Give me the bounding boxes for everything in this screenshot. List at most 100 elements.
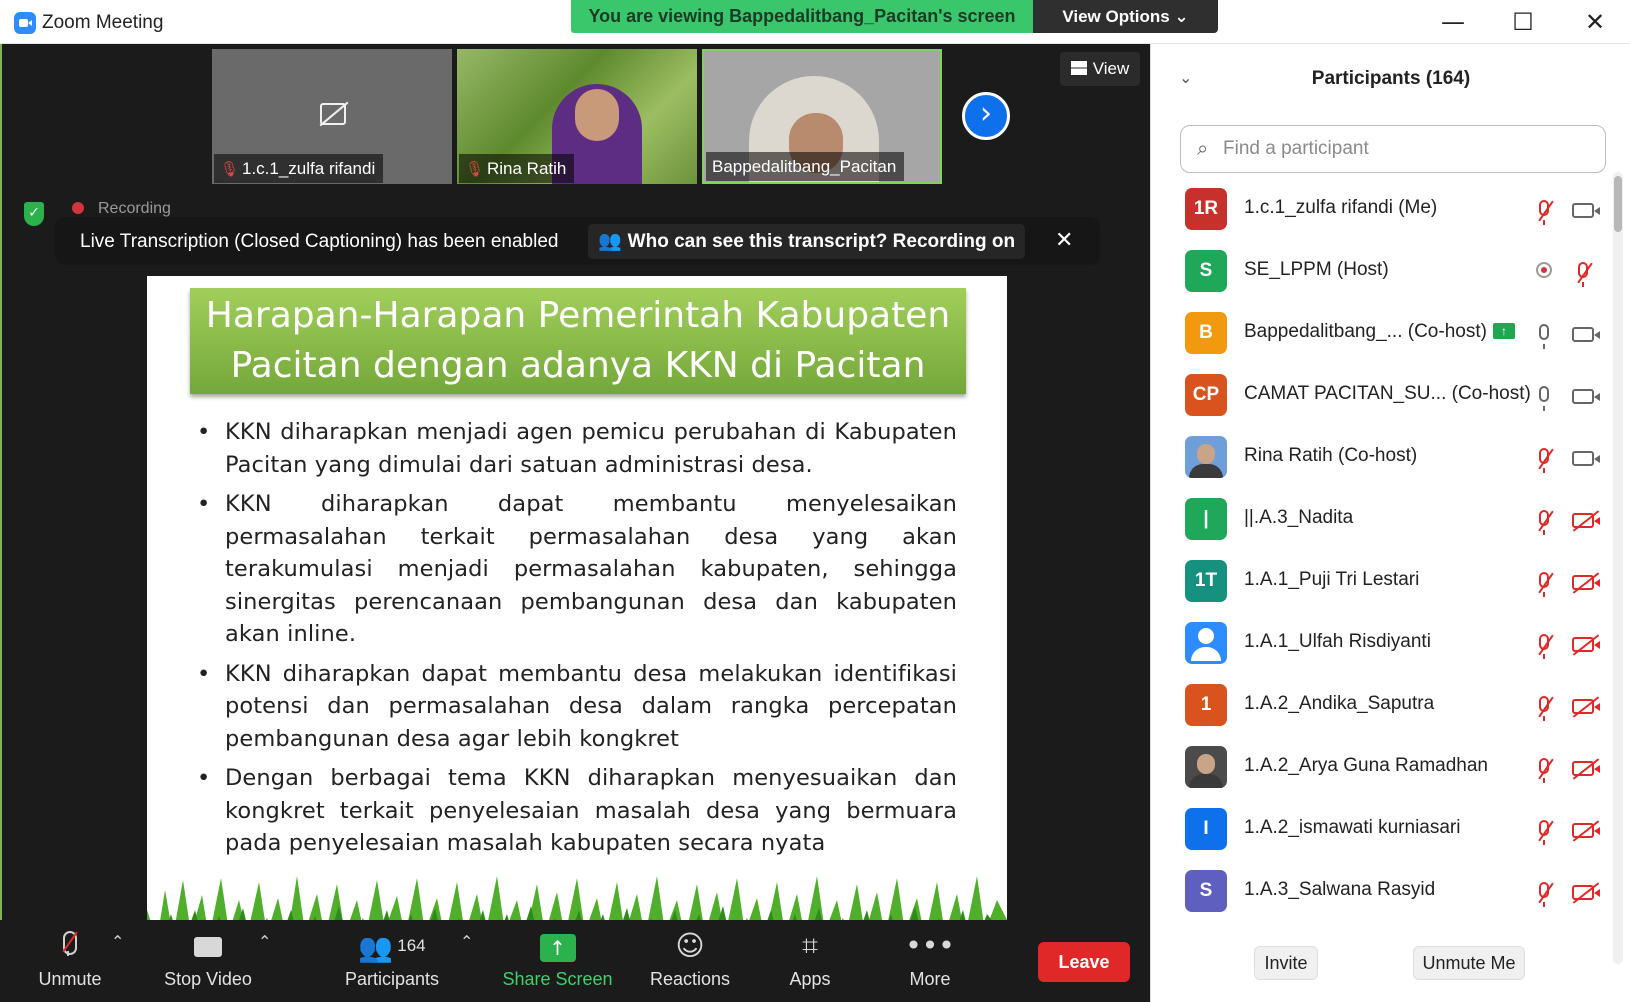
recording-indicator[interactable]: Recording <box>72 200 171 218</box>
participant-avatar <box>1185 436 1227 478</box>
view-button-label: View <box>1092 59 1130 78</box>
participants-panel: ⌄ Participants (164) ⌕ 1R1.c.1_zulfa rif… <box>1150 44 1630 1002</box>
unmute-label: Unmute <box>38 969 102 989</box>
close-notice-button[interactable]: ✕ <box>1055 228 1073 253</box>
next-page-arrow-icon[interactable]: › <box>962 92 1010 140</box>
mic-muted-icon[interactable] <box>1531 444 1557 473</box>
mic-muted-icon[interactable] <box>1531 506 1557 535</box>
camera-icon[interactable] <box>1569 382 1600 408</box>
view-options-button[interactable]: View Options ⌄ <box>1033 0 1218 33</box>
camera-off-icon[interactable] <box>1569 506 1600 532</box>
recording-icon[interactable] <box>1531 258 1557 284</box>
camera-off-icon[interactable] <box>1569 630 1600 656</box>
participant-row[interactable]: CP CAMAT PACITAN_SU... (Co-host) <box>1151 364 1611 426</box>
participant-name-text: 1.A.3_Salwana Rasyid <box>1244 879 1436 900</box>
viewing-screen-banner: You are viewing Bappedalitbang_Pacitan's… <box>571 0 1033 33</box>
reactions-button[interactable]: ☺ Reactions <box>644 926 736 996</box>
video-options-caret-icon[interactable]: ⌃ <box>258 932 271 951</box>
mic-muted-icon[interactable] <box>1531 754 1557 783</box>
share-screen-button[interactable]: ↑ Share Screen <box>500 926 615 996</box>
mic-icon[interactable] <box>1531 382 1557 411</box>
participant-row[interactable]: 1T 1.A.1_Puji Tri Lestari <box>1151 550 1611 612</box>
slide-title-line-1: Harapan-Harapan Pemerintah Kabupaten <box>205 295 951 336</box>
camera-icon[interactable] <box>1569 320 1600 346</box>
camera-off-icon <box>320 103 346 125</box>
security-shield-icon[interactable]: ✓ <box>24 202 44 226</box>
camera-icon[interactable] <box>1569 196 1600 222</box>
participants-panel-title: Participants (164) <box>1311 68 1471 89</box>
slide-bullet: KKN diharapkan dapat membantu menyelesai… <box>197 488 957 651</box>
participant-name-text: CAMAT PACITAN_SU... (Co-host) <box>1244 383 1531 404</box>
stop-video-button[interactable]: Stop Video <box>158 926 258 996</box>
participant-search-box[interactable]: ⌕ <box>1180 125 1606 173</box>
slide-title-line-2: Pacitan dengan adanya KKN di Pacitan <box>230 345 926 386</box>
participant-video-face <box>575 89 619 141</box>
participants-options-caret-icon[interactable]: ⌃ <box>460 932 473 951</box>
mic-muted-icon[interactable] <box>1531 692 1557 721</box>
more-button[interactable]: ••• More <box>898 926 962 996</box>
participant-name: 1.c.1_zulfa rifandi (Me) <box>1244 197 1437 219</box>
reactions-label: Reactions <box>649 969 731 989</box>
participant-list: 1R 1.c.1_zulfa rifandi (Me) S SE_LPPM (Host… <box>1151 178 1611 922</box>
participant-name-text: 1.A.1_Ulfah Risdiyanti <box>1244 631 1431 652</box>
camera-off-icon[interactable] <box>1569 878 1600 904</box>
participant-list-scrollbar[interactable] <box>1613 172 1623 964</box>
leave-button[interactable]: Leave <box>1038 942 1130 982</box>
participant-search-input[interactable] <box>1223 134 1593 164</box>
mic-muted-icon[interactable] <box>1531 816 1557 845</box>
apps-icon: ⌗ <box>802 929 818 962</box>
participant-row[interactable]: 1.A.2_Arya Guna Ramadhan <box>1151 736 1611 798</box>
participants-label: Participants <box>344 969 440 989</box>
audio-options-caret-icon[interactable]: ⌃ <box>111 932 124 951</box>
participant-row[interactable]: B Bappedalitbang_... (Co-host) ↑ <box>1151 302 1611 364</box>
minimize-button[interactable]: — <box>1428 6 1478 38</box>
participant-row[interactable]: Rina Ratih (Co-host) <box>1151 426 1611 488</box>
mic-icon[interactable] <box>1531 320 1557 349</box>
video-thumbnail-rina[interactable]: 🎙 Rina Ratih <box>457 49 697 184</box>
participant-name: Bappedalitbang_... (Co-host) ↑ <box>1244 321 1515 343</box>
maximize-button[interactable]: ☐ <box>1498 6 1548 38</box>
participant-row[interactable]: 1.A.1_Ulfah Risdiyanti <box>1151 612 1611 674</box>
camera-off-icon[interactable] <box>1569 754 1600 780</box>
participant-row[interactable]: 1 1.A.2_Andika_Saputra <box>1151 674 1611 736</box>
video-thumbnail-bappedalitbang[interactable]: Bappedalitbang_Pacitan <box>702 49 942 184</box>
view-button[interactable]: View <box>1060 52 1140 86</box>
participant-name: 1.A.3_Salwana Rasyid <box>1244 879 1435 901</box>
unmute-button[interactable]: Unmute <box>30 926 110 996</box>
camera-icon[interactable] <box>1569 444 1600 470</box>
participant-avatar: CP <box>1185 374 1227 416</box>
camera-off-icon[interactable] <box>1569 816 1600 842</box>
participants-button[interactable]: 👥 164 Participants <box>334 926 450 996</box>
invite-button[interactable]: Invite <box>1254 946 1318 980</box>
apps-button[interactable]: ⌗ Apps <box>778 926 842 996</box>
transcription-enabled-text: Live Transcription (Closed Captioning) h… <box>80 231 559 252</box>
participant-row[interactable]: S SE_LPPM (Host) <box>1151 240 1611 302</box>
slide-title: Harapan-Harapan Pemerintah Kabupaten Pac… <box>190 288 966 394</box>
recording-dot-icon <box>72 202 84 214</box>
search-icon: ⌕ <box>1197 136 1209 160</box>
participant-row[interactable]: 1R 1.c.1_zulfa rifandi (Me) <box>1151 178 1611 240</box>
mic-muted-icon[interactable] <box>1531 568 1557 597</box>
participant-row[interactable]: | ||.A.3_Nadita <box>1151 488 1611 550</box>
participant-name: 1.A.2_Arya Guna Ramadhan <box>1244 755 1488 777</box>
participants-count: 164 <box>397 936 426 955</box>
participant-row[interactable]: S 1.A.3_Salwana Rasyid <box>1151 860 1611 922</box>
mic-muted-icon[interactable] <box>1531 630 1557 659</box>
mic-muted-icon[interactable] <box>1531 196 1557 225</box>
scrollbar-thumb[interactable] <box>1614 176 1622 232</box>
camera-off-icon[interactable] <box>1569 692 1600 718</box>
participant-avatar: B <box>1185 312 1227 354</box>
close-window-button[interactable]: ✕ <box>1570 6 1620 38</box>
meeting-toolbar: Unmute ⌃ Stop Video ⌃ 👥 164 Participants … <box>0 920 1150 1002</box>
unmute-me-button[interactable]: Unmute Me <box>1413 946 1525 980</box>
participant-name: 1.A.2_Andika_Saputra <box>1244 693 1434 715</box>
mic-muted-icon[interactable] <box>1531 878 1557 907</box>
who-can-see-transcript-button[interactable]: 👥 Who can see this transcript? Recording … <box>588 224 1026 259</box>
participant-name: CAMAT PACITAN_SU... (Co-host) <box>1244 383 1531 405</box>
video-thumbnail-zulfa[interactable]: 🎙 1.c.1_zulfa rifandi <box>212 49 452 184</box>
mic-muted-icon[interactable] <box>1569 258 1597 287</box>
camera-off-icon[interactable] <box>1569 568 1600 594</box>
who-can-see-label: Who can see this transcript? Recording o… <box>627 231 1016 252</box>
participant-name: 1.A.1_Puji Tri Lestari <box>1244 569 1419 591</box>
participant-row[interactable]: I 1.A.2_ismawati kurniasari <box>1151 798 1611 860</box>
